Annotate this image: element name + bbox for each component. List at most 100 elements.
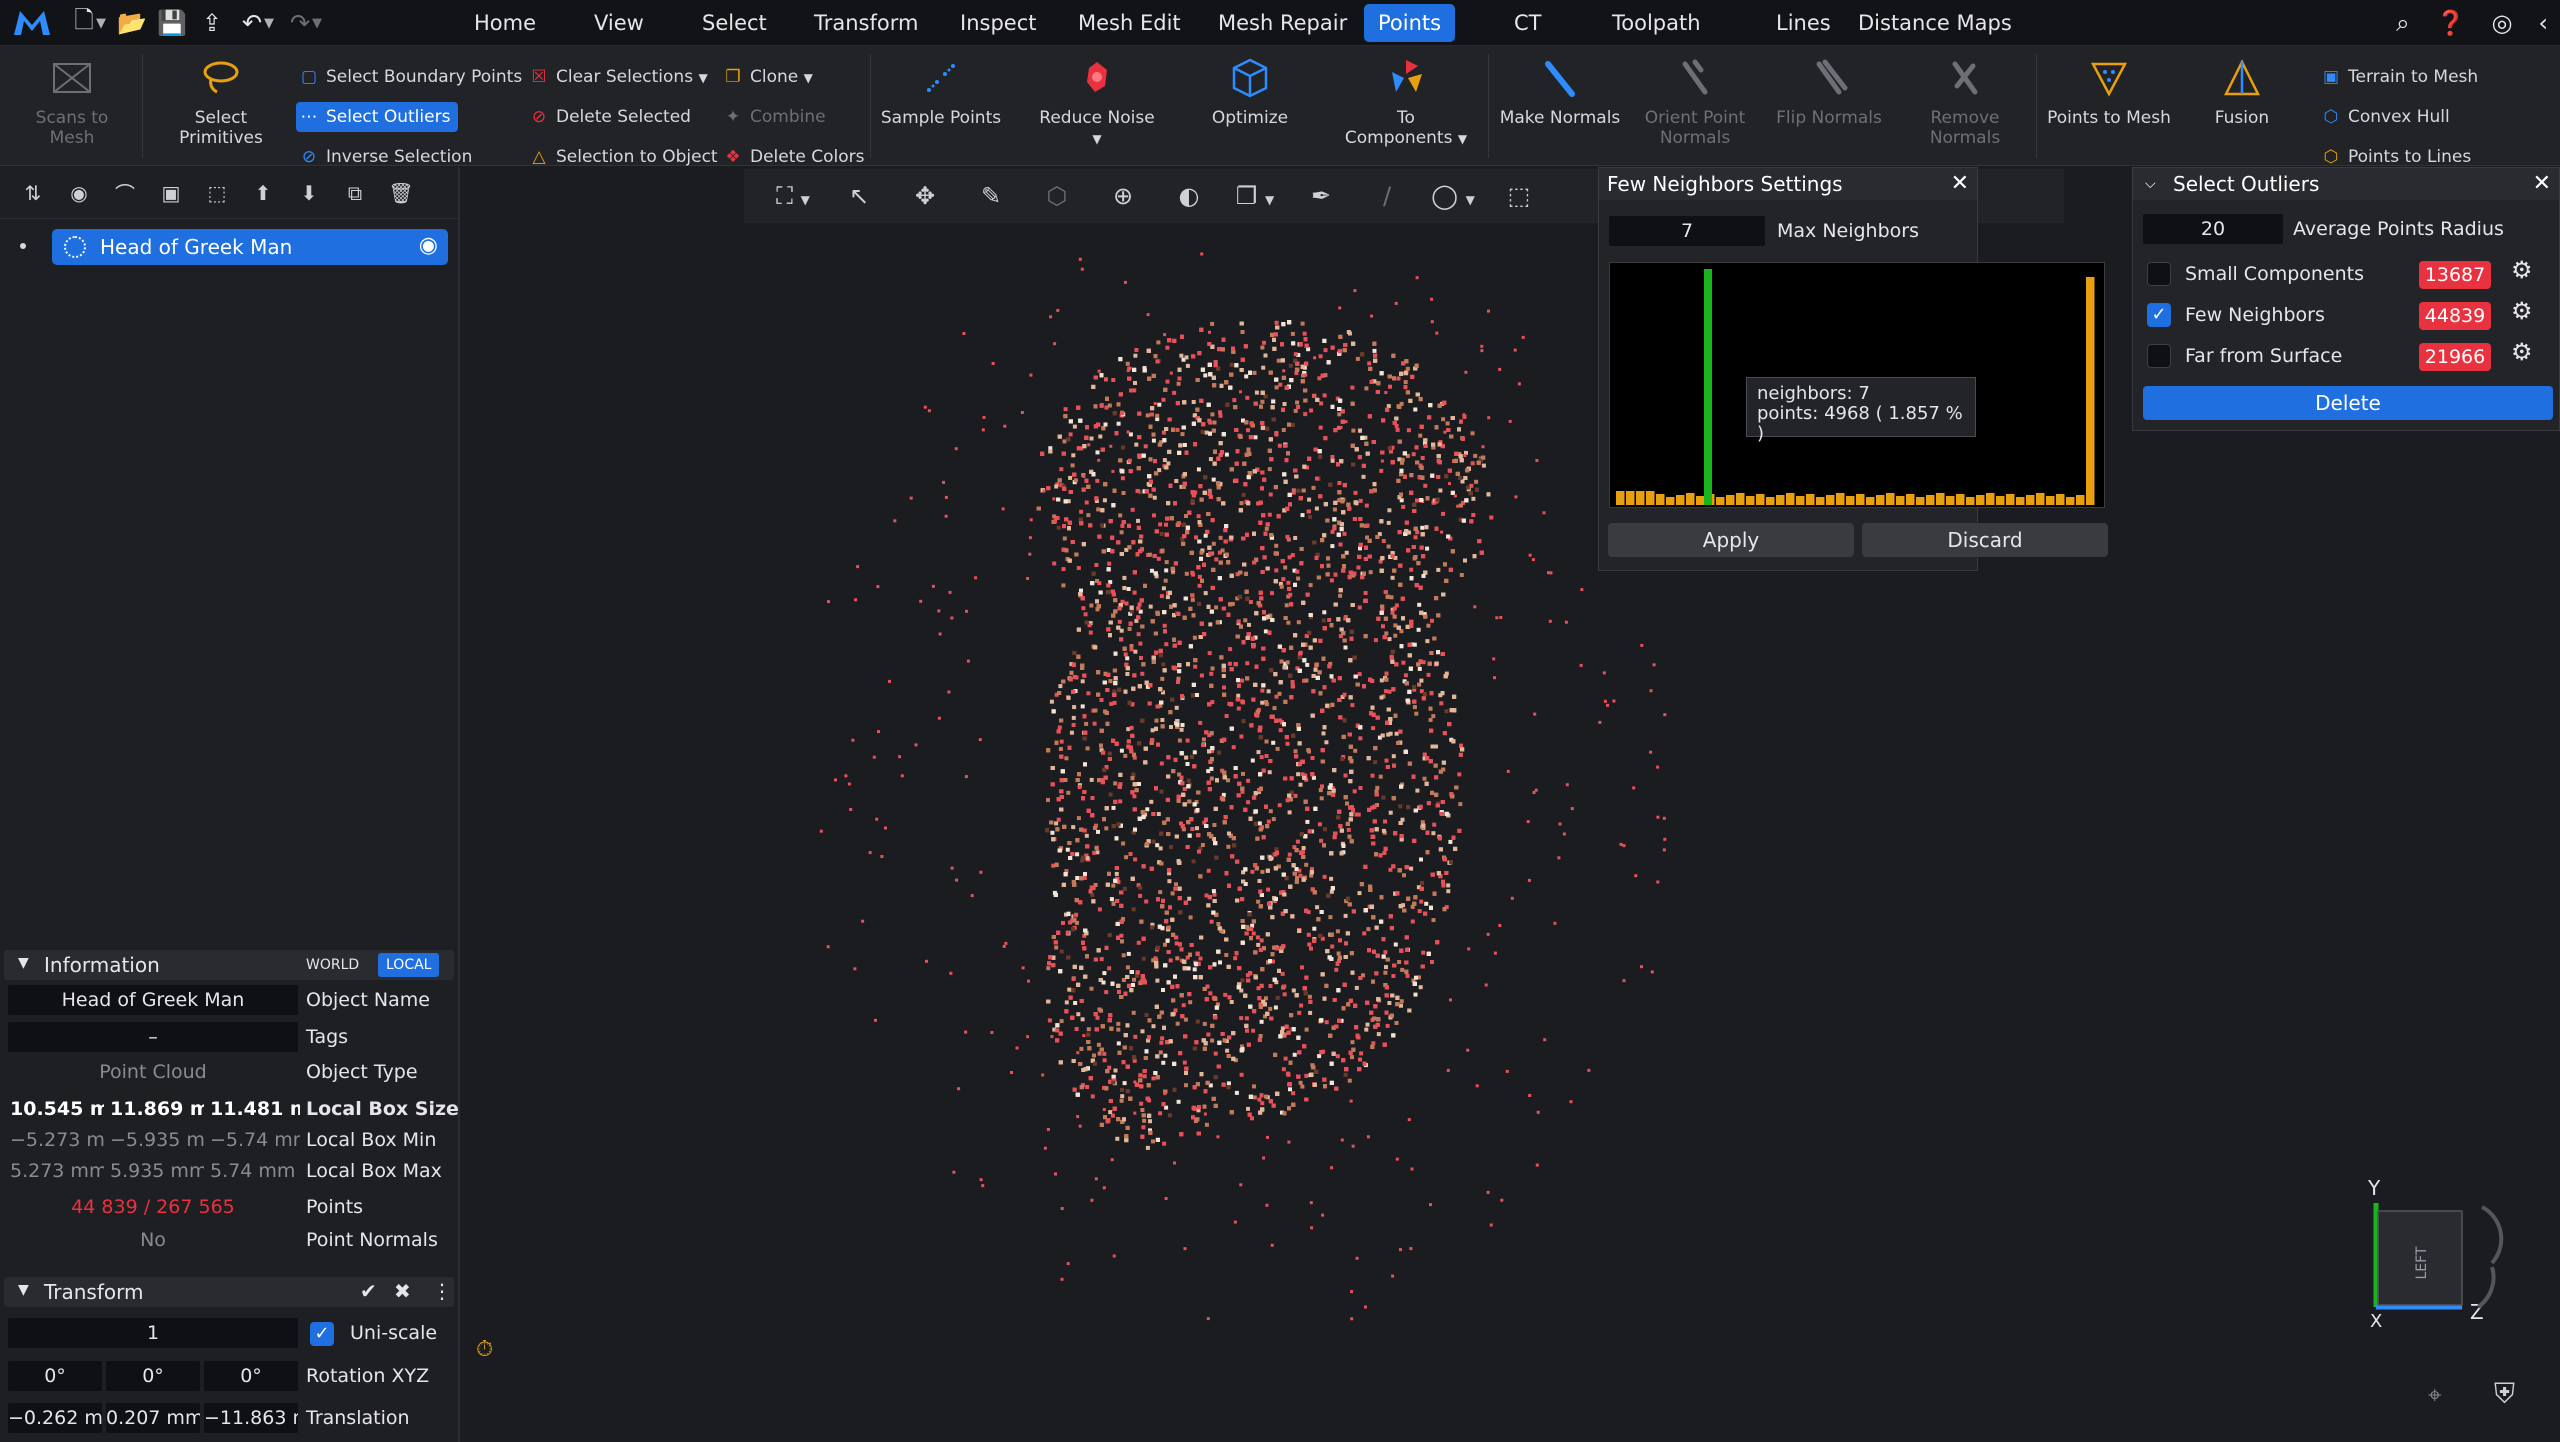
tab-ct[interactable]: CT	[1500, 4, 1556, 42]
discard-button[interactable]: Discard	[1862, 523, 2108, 557]
rotation-y-field[interactable]: 0°	[106, 1361, 200, 1391]
to-components-button[interactable]: To Components ▼	[1336, 56, 1476, 149]
select-primitives-button[interactable]: Select Primitives	[158, 56, 284, 148]
neighbors-histogram[interactable]: neighbors: 7 points: 4968 ( 1.857 % )	[1609, 262, 2105, 508]
eye-closed-icon[interactable]: ⌒	[102, 178, 148, 207]
terrain-to-mesh-button[interactable]: ▣ Terrain to Mesh	[2318, 62, 2486, 92]
translation-x-field[interactable]: −0.262 mm	[8, 1403, 102, 1433]
move-down-icon[interactable]: ⬇	[286, 181, 332, 205]
uniscale-checkbox[interactable]: ✓	[310, 1322, 334, 1346]
delete-selected-button[interactable]: ⊘ Delete Selected	[526, 102, 699, 132]
remove-normals-button[interactable]: Remove Normals	[1904, 56, 2026, 148]
scans-to-mesh-button[interactable]: Scans to Mesh	[12, 56, 132, 148]
open-folder-icon[interactable]: 📂	[112, 0, 152, 46]
points-to-mesh-button[interactable]: Points to Mesh	[2044, 56, 2174, 128]
export-icon[interactable]: ⇪	[192, 0, 232, 46]
3d-viewport[interactable]: ⛶ ▼ ↖ ✥ ✎ ⬡ ⊕ ◐ ❐ ▼ ✒ ∕ ◯ ▼ ⬚ LEFT Y X Z…	[462, 167, 2560, 1442]
apply-button[interactable]: Apply	[1608, 523, 1854, 557]
tab-mesh-repair[interactable]: Mesh Repair	[1204, 4, 1361, 42]
visibility-eye-icon[interactable]: ◉	[419, 233, 438, 258]
tab-home[interactable]: Home	[460, 4, 550, 42]
tab-distance-maps[interactable]: Distance Maps	[1844, 4, 2026, 42]
axis-gizmo[interactable]: LEFT Y X Z	[2342, 1167, 2542, 1347]
optimize-button[interactable]: Optimize	[1190, 56, 1310, 128]
shield-icon[interactable]: ⛨	[2494, 1377, 2515, 1411]
chevron-down-icon[interactable]: ▼	[264, 16, 274, 31]
collapse-chevron-icon[interactable]: ‹	[2538, 9, 2548, 37]
tab-mesh-edit[interactable]: Mesh Edit	[1064, 4, 1195, 42]
far-from-surface-checkbox[interactable]	[2147, 344, 2171, 368]
chevron-down-icon[interactable]: ⌵	[2145, 168, 2156, 200]
delete-button[interactable]: Delete	[2143, 386, 2553, 420]
scale-field[interactable]: 1	[8, 1318, 298, 1348]
tab-transform[interactable]: Transform	[800, 4, 932, 42]
max-neighbors-input[interactable]: 7	[1609, 216, 1765, 246]
tree-bullet	[20, 243, 26, 249]
deselect-icon[interactable]: ⬚	[194, 181, 240, 205]
world-toggle[interactable]: WORLD	[298, 953, 367, 977]
more-options-icon[interactable]: ⋮	[432, 1279, 452, 1303]
move-up-icon[interactable]: ⬆	[240, 181, 286, 205]
chevron-down-icon[interactable]: ▼	[96, 16, 106, 31]
tab-points[interactable]: Points	[1364, 4, 1456, 42]
few-neighbors-checkbox[interactable]: ✓	[2147, 303, 2171, 327]
clear-selections-button[interactable]: ☒ Clear Selections ▼	[526, 62, 716, 92]
check-icon[interactable]: ✔	[360, 1279, 377, 1303]
close-icon[interactable]: ✕	[2533, 168, 2551, 200]
rotation-x-field[interactable]: 0°	[8, 1361, 102, 1391]
scene-panel: ⇅ ◉ ⌒ ▣ ⬚ ⬆ ⬇ ⧉ 🗑 Head of Greek Man ◉ ▼ …	[0, 167, 460, 1442]
make-normals-button[interactable]: Make Normals	[1498, 56, 1622, 128]
chevron-down-icon[interactable]: ▼	[312, 16, 322, 31]
average-radius-input[interactable]: 20	[2143, 214, 2283, 244]
points-label: Points	[306, 1196, 364, 1218]
translation-z-field[interactable]: −11.863 mm	[204, 1403, 298, 1433]
transform-section-header[interactable]: ▼ Transform ✔ ✖ ⋮	[4, 1277, 454, 1307]
globe-icon[interactable]: ◎	[2491, 9, 2512, 37]
reduce-noise-button[interactable]: Reduce Noise ▼	[1032, 56, 1162, 149]
histogram-bar	[1626, 491, 1635, 505]
fusion-button[interactable]: Fusion	[2190, 56, 2294, 128]
close-icon[interactable]: ✕	[1951, 168, 1969, 200]
orient-point-normals-button[interactable]: Orient Point Normals	[1634, 56, 1756, 148]
select-outliers-button[interactable]: ⋯ Select Outliers	[296, 102, 459, 132]
tab-view[interactable]: View	[580, 4, 658, 42]
close-icon[interactable]: ✖	[394, 1279, 411, 1303]
scene-toolbar: ⇅ ◉ ⌒ ▣ ⬚ ⬆ ⬇ ⧉ 🗑	[0, 167, 458, 219]
combine-button[interactable]: ✦ Combine	[720, 102, 834, 132]
gear-icon[interactable]: ⚙	[2511, 338, 2533, 366]
tab-toolpath[interactable]: Toolpath	[1598, 4, 1715, 42]
gear-icon[interactable]: ⚙	[2511, 297, 2533, 325]
point-normals-label: Point Normals	[306, 1229, 438, 1251]
timer-icon[interactable]: ⏱	[476, 1337, 493, 1362]
clear-selections-icon: ☒	[531, 67, 547, 87]
small-components-checkbox[interactable]	[2147, 262, 2171, 286]
tab-inspect[interactable]: Inspect	[946, 4, 1050, 42]
select-all-icon[interactable]: ▣	[148, 181, 194, 205]
object-name-field[interactable]: Head of Greek Man	[8, 985, 298, 1015]
local-toggle[interactable]: LOCAL	[378, 953, 440, 977]
flip-normals-button[interactable]: Flip Normals	[1768, 56, 1890, 128]
duplicate-icon[interactable]: ⧉	[332, 181, 378, 205]
help-icon[interactable]: ❓	[2436, 9, 2466, 37]
tab-select[interactable]: Select	[688, 4, 781, 42]
convex-hull-button[interactable]: ⬡ Convex Hull	[2318, 102, 2458, 132]
recenter-icon[interactable]: ⌖	[2428, 1381, 2442, 1409]
search-icon[interactable]: ⌕	[2396, 9, 2409, 37]
select-boundary-points-button[interactable]: ▢ Select Boundary Points	[296, 62, 530, 92]
combine-icon: ✦	[725, 107, 741, 127]
clone-button[interactable]: ❐ Clone ▼	[720, 62, 821, 92]
rotation-z-field[interactable]: 0°	[204, 1361, 298, 1391]
tab-lines[interactable]: Lines	[1762, 4, 1845, 42]
translation-y-field[interactable]: 0.207 mm	[106, 1403, 200, 1433]
tags-field[interactable]: –	[8, 1022, 298, 1052]
save-icon[interactable]: 💾	[152, 0, 192, 46]
eye-icon[interactable]: ◉	[56, 181, 102, 205]
sort-icon[interactable]: ⇅	[10, 181, 56, 205]
trash-icon[interactable]: 🗑	[378, 181, 424, 205]
flip-normals-icon	[1816, 59, 1848, 95]
tree-item-head-of-greek-man[interactable]: Head of Greek Man ◉	[52, 229, 448, 265]
gear-icon[interactable]: ⚙	[2511, 256, 2533, 284]
sample-points-button[interactable]: Sample Points	[880, 56, 1002, 128]
information-section-header[interactable]: ▼ Information WORLD LOCAL	[4, 950, 454, 980]
app-logo-icon[interactable]	[0, 0, 64, 46]
